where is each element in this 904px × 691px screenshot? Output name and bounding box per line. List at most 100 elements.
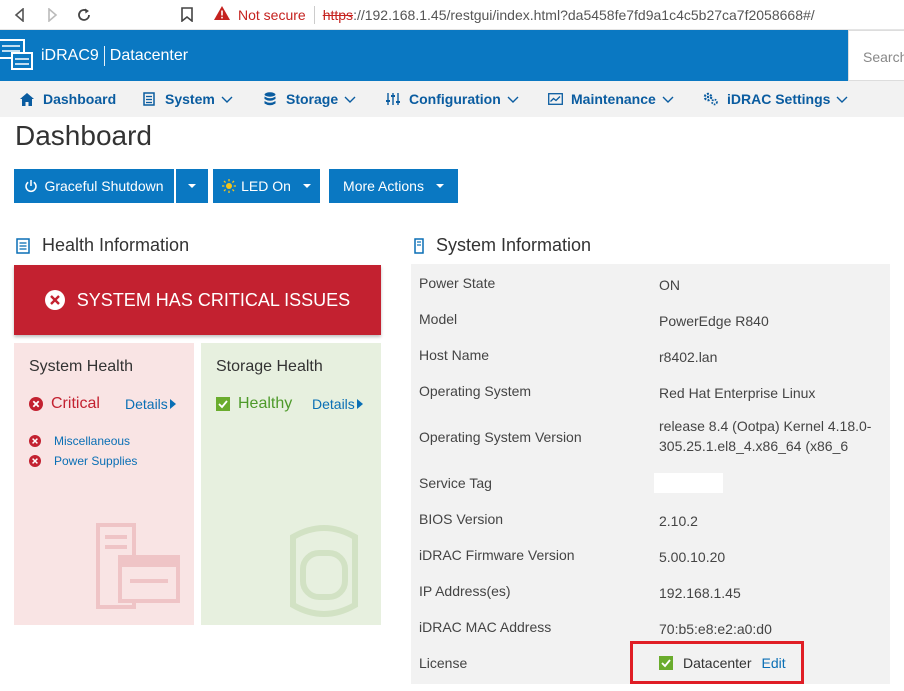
- health-information-heading: Health Information: [16, 235, 189, 256]
- critical-x-icon: [29, 455, 41, 467]
- info-label: IP Address(es): [419, 583, 511, 599]
- graceful-shutdown-label: Graceful Shutdown: [44, 178, 164, 194]
- info-value: PowerEdge R840: [659, 313, 769, 329]
- info-value: r8402.lan: [659, 349, 718, 365]
- home-icon: [19, 91, 35, 107]
- info-value: 192.168.1.45: [659, 585, 741, 601]
- search-input[interactable]: Search: [848, 30, 904, 81]
- license-edit-link[interactable]: Edit: [761, 655, 785, 671]
- storage-watermark-icon: [289, 523, 359, 624]
- caret-down-icon: [188, 184, 196, 188]
- menu-label: Dashboard: [43, 91, 117, 107]
- led-on-button[interactable]: LED On: [213, 169, 320, 203]
- info-value: 70:b5:e8:e2:a0:d0: [659, 621, 772, 637]
- server-tower-icon: [414, 237, 424, 254]
- menu-configuration[interactable]: Configuration: [385, 81, 519, 117]
- more-actions-label: More Actions: [343, 178, 424, 194]
- chevron-down-icon: [507, 91, 519, 107]
- menu-storage[interactable]: Storage: [262, 81, 356, 117]
- critical-banner-text: SYSTEM HAS CRITICAL ISSUES: [76, 289, 351, 310]
- reload-icon[interactable]: [72, 3, 96, 27]
- system-information-heading: System Information: [414, 235, 591, 256]
- info-label: Power State: [419, 275, 496, 291]
- menu-system[interactable]: System: [141, 81, 233, 117]
- database-icon: [262, 91, 278, 107]
- info-label: Operating System Version: [419, 429, 582, 445]
- address-bar[interactable]: https://192.168.1.45/restgui/index.html?…: [323, 7, 815, 23]
- service-tag-redacted: [654, 473, 723, 493]
- graceful-shutdown-button[interactable]: Graceful Shutdown: [14, 169, 174, 203]
- server-icon: [141, 91, 157, 107]
- caret-right-icon: [169, 399, 176, 409]
- menu-label: Maintenance: [571, 91, 656, 107]
- system-health-details-link[interactable]: Details: [125, 396, 176, 412]
- system-health-status: Critical: [29, 395, 100, 413]
- browser-toolbar: Not secure https://192.168.1.45/restgui/…: [0, 0, 904, 30]
- info-value: ON: [659, 277, 680, 293]
- info-label: Service Tag: [419, 475, 492, 491]
- info-label: BIOS Version: [419, 511, 504, 527]
- chevron-down-icon: [662, 91, 674, 107]
- menu-dashboard[interactable]: Dashboard: [19, 81, 116, 117]
- critical-x-icon: [44, 290, 65, 310]
- system-health-title: System Health: [29, 358, 134, 375]
- issue-label: Miscellaneous: [54, 434, 131, 448]
- caret-down-icon: [302, 184, 311, 188]
- sliders-icon: [385, 91, 401, 107]
- system-information-panel: Power State ON Model PowerEdge R840 Host…: [411, 264, 890, 684]
- info-label: Host Name: [419, 347, 490, 363]
- healthy-check-icon: [216, 397, 230, 411]
- forward-icon[interactable]: [40, 3, 64, 27]
- info-value: Red Hat Enterprise Linux: [659, 385, 816, 401]
- bookmark-icon[interactable]: [178, 6, 196, 24]
- license-value: Datacenter Edit: [659, 655, 786, 671]
- info-value: release 8.4 (Ootpa) Kernel 4.18.0- 305.2…: [659, 416, 884, 456]
- product-name: iDRAC9: [41, 47, 99, 64]
- details-label: Details: [312, 396, 355, 412]
- caret-down-icon: [435, 184, 444, 188]
- menu-label: Configuration: [409, 91, 501, 107]
- chevron-down-icon: [344, 91, 356, 107]
- os-version-line-1: release 8.4 (Ootpa) Kernel 4.18.0-: [659, 418, 872, 434]
- info-label: Model: [419, 311, 458, 327]
- info-value: 2.10.2: [659, 513, 698, 529]
- system-information-title: System Information: [436, 235, 592, 255]
- info-value: 5.00.10.20: [659, 549, 726, 565]
- chevron-down-icon: [221, 91, 233, 107]
- security-indicator[interactable]: Not secure: [214, 6, 306, 23]
- critical-issues-banner: SYSTEM HAS CRITICAL ISSUES: [14, 265, 381, 335]
- idrac-logo-icon: [0, 36, 34, 74]
- info-label: iDRAC MAC Address: [419, 619, 552, 635]
- storage-health-details-link[interactable]: Details: [312, 396, 363, 412]
- server-watermark-icon: [96, 523, 182, 614]
- led-on-label: LED On: [241, 178, 291, 194]
- menu-maintenance[interactable]: Maintenance: [547, 81, 674, 117]
- address-separator: [313, 5, 315, 24]
- license-name: Datacenter: [683, 655, 752, 671]
- page-title: Dashboard: [15, 120, 152, 151]
- power-icon: [24, 179, 38, 193]
- storage-health-status: Healthy: [216, 395, 292, 413]
- health-information-title: Health Information: [42, 235, 190, 255]
- sun-icon: [222, 179, 237, 193]
- gears-icon: [703, 91, 719, 107]
- brand-divider: [103, 46, 105, 66]
- storage-health-card: Storage Health Healthy Details: [201, 343, 381, 625]
- storage-health-status-label: Healthy: [238, 395, 293, 412]
- more-actions-button[interactable]: More Actions: [329, 169, 458, 203]
- product-edition: Datacenter: [109, 47, 189, 64]
- system-health-status-label: Critical: [51, 395, 100, 412]
- menu-idrac-settings[interactable]: iDRAC Settings: [703, 81, 848, 117]
- critical-x-icon: [29, 435, 41, 447]
- chevron-down-icon: [836, 91, 848, 107]
- menu-label: Storage: [286, 91, 339, 107]
- license-check-icon: [659, 656, 673, 670]
- url-path: ://192.168.1.45/restgui/index.html?da545…: [353, 6, 815, 23]
- issue-item-miscellaneous[interactable]: Miscellaneous: [29, 434, 130, 448]
- critical-x-icon: [29, 397, 43, 411]
- chart-icon: [547, 91, 563, 107]
- issue-item-power-supplies[interactable]: Power Supplies: [29, 454, 137, 468]
- back-icon[interactable]: [8, 3, 32, 27]
- menu-label: iDRAC Settings: [727, 91, 831, 107]
- power-options-dropdown-button[interactable]: [176, 169, 208, 203]
